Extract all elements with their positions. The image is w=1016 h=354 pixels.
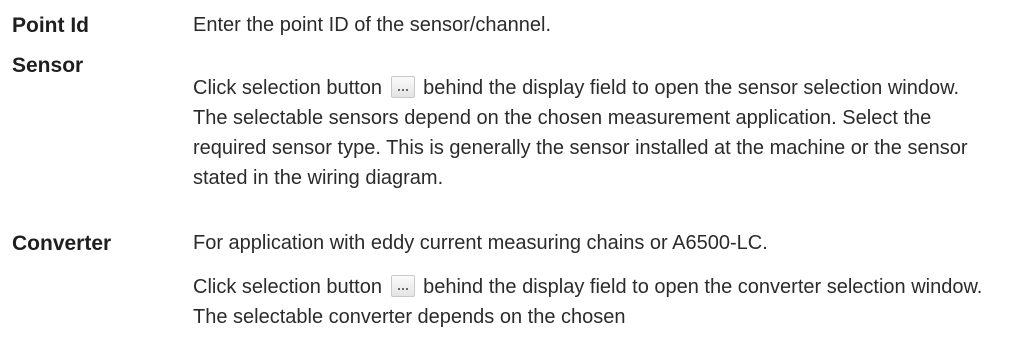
desc-sensor-text-before: Click selection button (193, 77, 382, 99)
desc-converter: For application with eddy current measur… (193, 228, 993, 332)
term-sensor: Sensor (12, 54, 84, 77)
ellipsis-button-icon (390, 275, 415, 297)
ellipsis-button-icon (390, 76, 415, 98)
desc-converter-text-1: For application with eddy current measur… (193, 232, 768, 254)
desc-sensor: Click selection button behind the displa… (193, 73, 993, 193)
term-converter: Converter (12, 232, 112, 255)
desc-sensor-paragraph: Click selection button behind the displa… (193, 73, 993, 193)
desc-point-id-text: Enter the point ID of the sensor/channel… (193, 14, 551, 36)
desc-converter-text-before: Click selection button (193, 276, 382, 298)
desc-point-id: Enter the point ID of the sensor/channel… (193, 10, 993, 40)
term-point-id: Point Id (12, 14, 89, 37)
desc-converter-paragraph-2: Click selection button behind the displa… (193, 272, 993, 332)
